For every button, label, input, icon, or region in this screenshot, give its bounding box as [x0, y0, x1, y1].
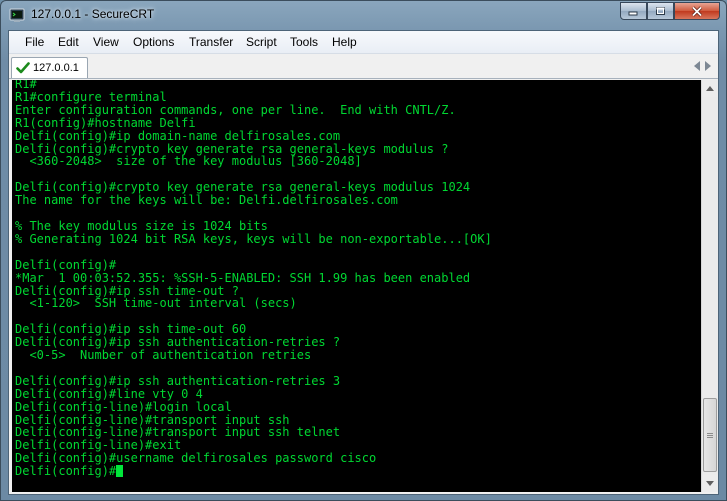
terminal-output: R1# R1#configure terminal Enter configur…: [15, 80, 492, 478]
terminal-line: R1#configure terminal: [15, 89, 167, 104]
menu-transfer[interactable]: Transfer: [189, 35, 233, 49]
grip-line: [707, 437, 713, 438]
arrow-down-icon: [706, 481, 714, 486]
session-tab[interactable]: 127.0.0.1: [11, 57, 88, 78]
grip-line: [707, 435, 713, 436]
terminal-line: Delfi(config)#ip ssh time-out ?: [15, 283, 239, 298]
scroll-up-button[interactable]: [702, 80, 718, 97]
terminal-line: Delfi(config-line)#transport input ssh: [15, 412, 290, 427]
menu-options[interactable]: Options: [133, 35, 174, 49]
menu-tools[interactable]: Tools: [290, 35, 318, 49]
terminal-line: Delfi(config-line)#login local: [15, 399, 232, 414]
maximize-icon: [656, 7, 665, 15]
terminal-line: Delfi(config)#ip ssh time-out 60: [15, 322, 247, 337]
terminal-lines: R1# R1#configure terminal Enter configur…: [15, 80, 492, 465]
terminal-line: Delfi(config)#ip domain-name delfirosale…: [15, 128, 341, 143]
terminal-line: Enter configuration commands, one per li…: [15, 102, 456, 117]
grip-line: [707, 433, 713, 434]
close-button[interactable]: [674, 2, 720, 20]
terminal-prompt: Delfi(config)#: [15, 464, 117, 479]
window-controls: [620, 2, 720, 21]
terminal-line: % Generating 1024 bit RSA keys, keys wil…: [15, 231, 492, 246]
terminal-line: Delfi(config)#ip ssh authentication-retr…: [15, 373, 341, 388]
terminal-line: % The key modulus size is 1024 bits: [15, 218, 268, 233]
menu-script[interactable]: Script: [246, 35, 277, 49]
vertical-scrollbar[interactable]: [701, 80, 718, 492]
terminal-line: Delfi(config)#line vty 0 4: [15, 386, 203, 401]
securecrt-icon: [9, 8, 25, 22]
window-title: 127.0.0.1 - SecureCRT: [31, 7, 155, 21]
securecrt-window: 127.0.0.1 - SecureCRT File Edit View Opt…: [0, 0, 727, 501]
terminal-line: Delfi(config)#crypto key generate rsa ge…: [15, 141, 449, 156]
arrow-up-icon: [706, 86, 714, 91]
status-strip: [9, 492, 718, 494]
minimize-icon: [628, 11, 638, 15]
terminal-line: Delfi(config)#: [15, 257, 117, 272]
scroll-down-button[interactable]: [702, 475, 718, 492]
menu-edit[interactable]: Edit: [58, 35, 79, 49]
terminal-line: Delfi(config)#crypto key generate rsa ge…: [15, 180, 471, 195]
menu-view[interactable]: View: [93, 35, 119, 49]
scrollbar-thumb[interactable]: [703, 398, 717, 472]
terminal-line: Delfi(config)#ip ssh authentication-retr…: [15, 335, 341, 350]
terminal-line: R1(config)#hostname Delfi: [15, 115, 196, 130]
session-tab-label: 127.0.0.1: [33, 62, 79, 74]
maximize-button[interactable]: [647, 2, 674, 20]
terminal-screen[interactable]: R1# R1#configure terminal Enter configur…: [12, 80, 701, 492]
menu-help[interactable]: Help: [332, 35, 357, 49]
menu-file[interactable]: File: [25, 35, 44, 49]
terminal-line: <360-2048> size of the key modulus [360-…: [15, 154, 362, 169]
minimize-button[interactable]: [620, 2, 647, 20]
client-area: File Edit View Options Transfer Script T…: [8, 30, 719, 495]
terminal-line: Delfi(config-line)#exit: [15, 438, 182, 453]
terminal-line: *Mar 1 00:03:52.355: %SSH-5-ENABLED: SSH…: [15, 270, 471, 285]
text-cursor: [116, 465, 124, 478]
terminal-line: <0-5> Number of authentication retries: [15, 348, 312, 363]
tab-scroll-left-icon[interactable]: [694, 61, 700, 71]
close-icon: [691, 5, 703, 17]
menu-bar: File Edit View Options Transfer Script T…: [9, 31, 718, 54]
terminal-line: The name for the keys will be: Delfi.del…: [15, 193, 398, 208]
connected-check-icon: [16, 62, 30, 74]
tab-scroll-right-icon[interactable]: [705, 61, 711, 71]
title-bar[interactable]: 127.0.0.1 - SecureCRT: [1, 1, 726, 29]
terminal-line: Delfi(config-line)#transport input ssh t…: [15, 425, 341, 440]
session-tab-bar: 127.0.0.1: [9, 54, 718, 79]
terminal-line: <1-120> SSH time-out interval (secs): [15, 296, 297, 311]
terminal-line: Delfi(config)#username delfirosales pass…: [15, 451, 377, 466]
